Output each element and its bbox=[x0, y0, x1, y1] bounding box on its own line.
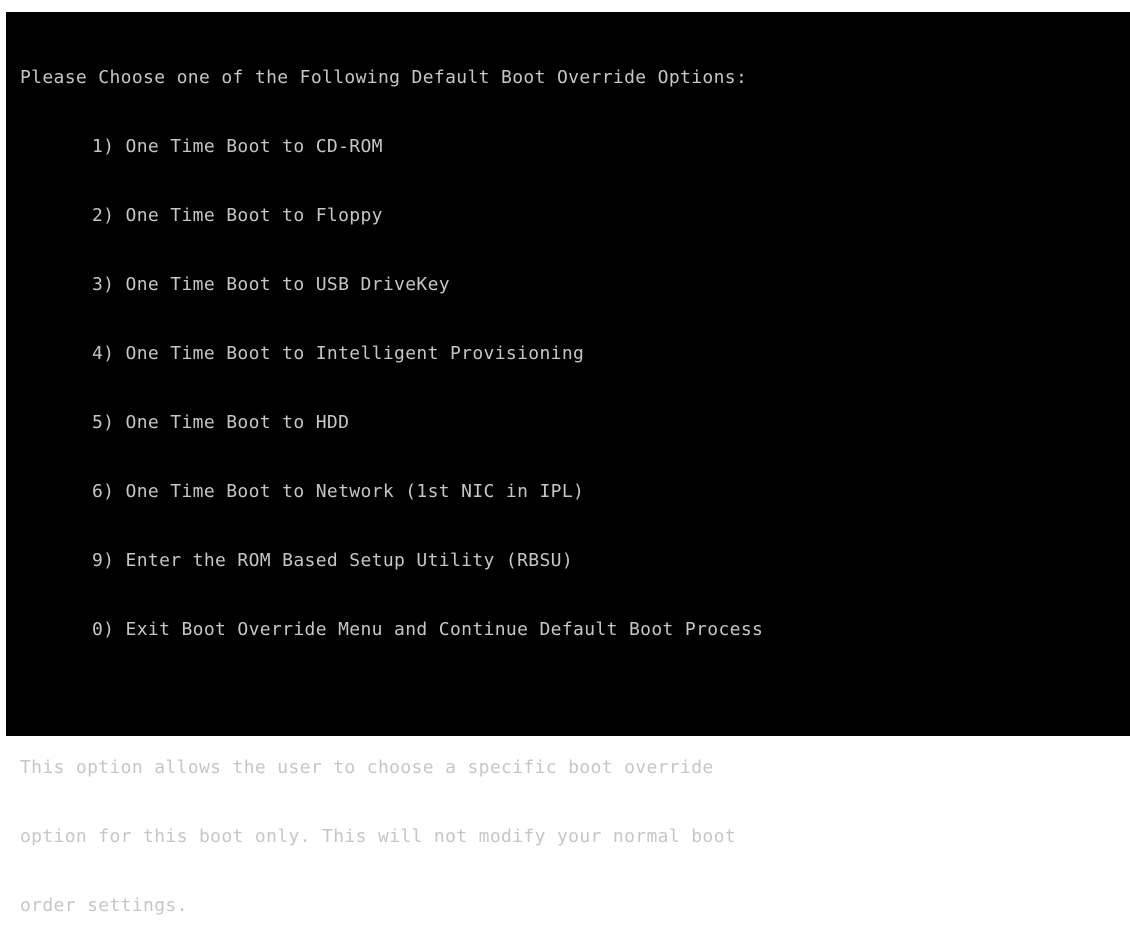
top-strip bbox=[0, 0, 1130, 12]
description-line-2: option for this boot only. This will not… bbox=[20, 826, 736, 847]
menu-option-exit[interactable]: 0) Exit Boot Override Menu and Continue … bbox=[20, 618, 1130, 641]
menu-header: Please Choose one of the Following Defau… bbox=[20, 67, 748, 88]
boot-override-console: Please Choose one of the Following Defau… bbox=[6, 12, 1130, 916]
menu-option-network[interactable]: 6) One Time Boot to Network (1st NIC in … bbox=[20, 480, 1130, 503]
menu-option-rbsu[interactable]: 9) Enter the ROM Based Setup Utility (RB… bbox=[20, 549, 1130, 572]
menu-option-hdd[interactable]: 5) One Time Boot to HDD bbox=[20, 411, 1130, 434]
description-line-3: order settings. bbox=[20, 895, 188, 916]
description-line-1: This option allows the user to choose a … bbox=[20, 757, 714, 778]
menu-option-floppy[interactable]: 2) One Time Boot to Floppy bbox=[20, 204, 1130, 227]
menu-option-intelligent-provisioning[interactable]: 4) One Time Boot to Intelligent Provisio… bbox=[20, 342, 1130, 365]
menu-option-cdrom[interactable]: 1) One Time Boot to CD-ROM bbox=[20, 135, 1130, 158]
menu-option-usb-drivekey[interactable]: 3) One Time Boot to USB DriveKey bbox=[20, 273, 1130, 296]
